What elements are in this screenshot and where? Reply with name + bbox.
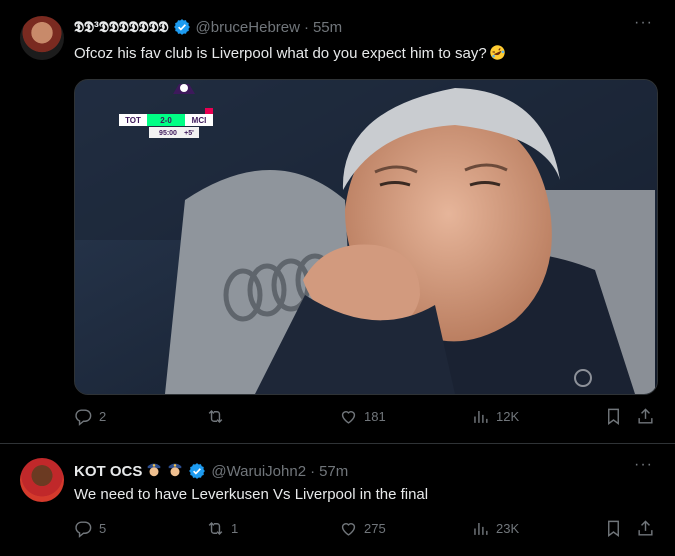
handle[interactable]: @bruceHebrew (196, 19, 300, 36)
reply-icon (75, 521, 92, 538)
like-count: 181 (364, 409, 386, 424)
avatar[interactable] (20, 458, 64, 502)
verified-badge-icon (173, 18, 191, 36)
views-button[interactable]: 12K (471, 407, 519, 426)
repost-count: 1 (231, 521, 239, 536)
like-button[interactable]: 181 (339, 407, 386, 426)
scoreboard-away: MCI (192, 116, 207, 125)
share-button[interactable] (636, 407, 661, 426)
heart-icon (341, 411, 356, 424)
heart-icon (341, 523, 356, 536)
bookmark-icon (608, 408, 619, 426)
verified-badge-icon (188, 462, 206, 480)
more-options-icon[interactable]: ··· (634, 456, 653, 474)
views-chart-icon (474, 410, 488, 423)
timestamp[interactable]: 55m (313, 19, 342, 36)
tweet-text: We need to have Leverkusen Vs Liverpool … (74, 486, 429, 503)
avatar[interactable] (20, 16, 64, 60)
reply-icon (75, 409, 92, 426)
bookmark-button[interactable] (604, 407, 629, 426)
separator-dot: · (303, 18, 309, 36)
share-icon (638, 520, 653, 536)
views-count: 12K (496, 409, 520, 424)
media-photo: TOT 2-0 MCI 95:00 +5' (75, 80, 657, 394)
scoreboard-score: 2-0 (160, 116, 172, 125)
views-button[interactable]: 23K (471, 519, 519, 538)
repost-button[interactable] (206, 407, 231, 426)
tweet-media-image[interactable]: TOT 2-0 MCI 95:00 +5' (74, 79, 658, 395)
tweet-header: 𝕯𝕯³𝕯𝕯𝕯𝕯𝕯𝕯𝕯 @bruceHebrew · 55m (74, 18, 342, 36)
scoreboard-home: TOT (125, 116, 141, 125)
tweet-text-content: Ofcoz his fav club is Liverpool what do … (74, 45, 487, 62)
scoreboard-added-time: +5' (184, 130, 194, 137)
tweet-text: Ofcoz his fav club is Liverpool what do … (74, 44, 506, 62)
handle[interactable]: @WaruiJohn2 (211, 463, 306, 480)
like-button[interactable]: 275 (339, 519, 386, 538)
bookmark-icon (608, 520, 619, 538)
more-options-icon[interactable]: ··· (634, 14, 653, 32)
scoreboard-clock: 95:00 (159, 130, 177, 137)
tweet-2[interactable]: KOT OCS @WaruiJohn2 · 57m ··· We need to… (0, 444, 675, 556)
repost-button[interactable]: 1 (206, 519, 238, 538)
share-button[interactable] (636, 519, 661, 538)
rolling-laughing-emoji-icon (489, 44, 506, 61)
repost-icon (208, 521, 223, 536)
police-officer-emoji-icon (166, 460, 184, 482)
tweet-1[interactable]: 𝕯𝕯³𝕯𝕯𝕯𝕯𝕯𝕯𝕯 @bruceHebrew · 55m ··· Ofcoz … (0, 0, 675, 443)
tweet-actions: 5 1 275 23K (74, 519, 656, 541)
police-officer-emoji-icon (145, 460, 163, 482)
reply-button[interactable]: 5 (74, 519, 106, 538)
display-name[interactable]: KOT OCS (74, 463, 142, 480)
reply-count: 5 (99, 521, 107, 536)
like-count: 275 (364, 521, 386, 536)
reply-button[interactable]: 2 (74, 407, 106, 426)
timestamp[interactable]: 57m (319, 463, 348, 480)
bookmark-button[interactable] (604, 519, 629, 538)
tweet-actions: 2 181 12K (74, 407, 656, 429)
views-count: 23K (496, 521, 520, 536)
repost-icon (208, 409, 223, 424)
display-name[interactable]: 𝕯𝕯³𝕯𝕯𝕯𝕯𝕯𝕯𝕯 (74, 19, 169, 36)
separator-dot: · (310, 462, 316, 480)
tweet-header: KOT OCS @WaruiJohn2 · 57m (74, 460, 348, 482)
views-chart-icon (474, 522, 488, 535)
reply-count: 2 (99, 409, 107, 424)
share-icon (638, 408, 653, 424)
